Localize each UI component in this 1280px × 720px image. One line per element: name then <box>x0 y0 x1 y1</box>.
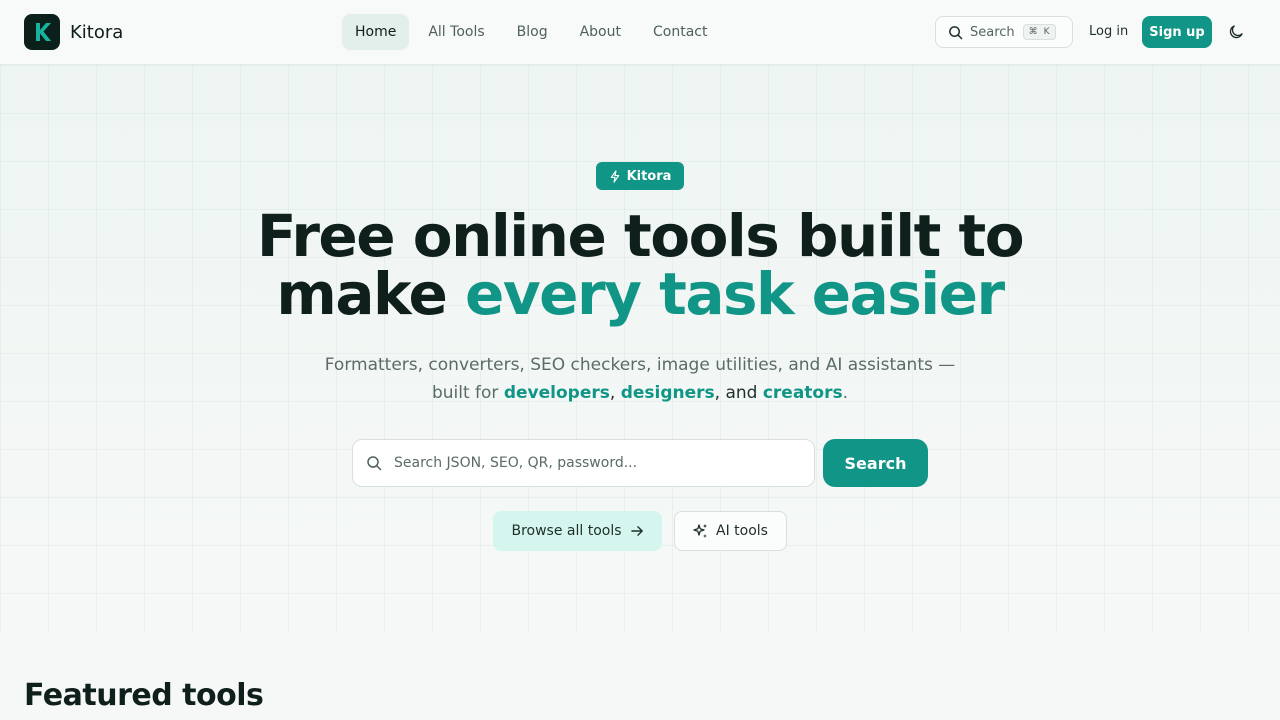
subhead-line1: Formatters, converters, SEO checkers, im… <box>324 355 956 375</box>
logo-mark <box>24 14 60 50</box>
hero-search-button[interactable]: Search <box>823 439 928 487</box>
browse-label: Browse all tools <box>511 523 622 539</box>
brand-name: Kitora <box>70 21 124 43</box>
header-search-label: Search <box>970 24 1015 40</box>
nav-all-tools[interactable]: All Tools <box>415 14 497 50</box>
search-icon <box>366 455 382 471</box>
nav-home[interactable]: Home <box>342 14 410 50</box>
logo[interactable]: Kitora <box>24 14 123 50</box>
nav-blog[interactable]: Blog <box>504 14 561 50</box>
hero-headline: Free online tools built to make every ta… <box>240 207 1040 323</box>
browse-all-tools-button[interactable]: Browse all tools <box>493 511 662 551</box>
search-icon <box>948 25 963 40</box>
nav-contact[interactable]: Contact <box>640 14 720 50</box>
header-search-button[interactable]: Search ⌘ K <box>935 16 1073 48</box>
shortcut-key: K <box>1043 27 1050 37</box>
ai-tools-button[interactable]: AI tools <box>674 511 787 551</box>
moon-icon[interactable] <box>1227 23 1245 41</box>
sparkles-icon <box>693 523 709 539</box>
hero-badge: Kitora <box>596 162 684 190</box>
nav-about[interactable]: About <box>567 14 634 50</box>
subhead-designers: designers <box>620 383 715 403</box>
site-header: Kitora Home All Tools Blog About Contact… <box>0 0 1280 65</box>
subhead-creators: creators <box>762 383 843 403</box>
subhead-sep1: , <box>609 383 621 403</box>
headline-accent: every task easier <box>465 260 1005 328</box>
badge-label: Kitora <box>626 168 672 184</box>
main-nav: Home All Tools Blog About Contact <box>342 14 720 50</box>
hero-subheading: Formatters, converters, SEO checkers, im… <box>290 351 990 407</box>
subhead-developers: developers <box>503 383 610 403</box>
lightning-icon <box>609 169 621 183</box>
subhead-prefix: built for <box>431 383 504 403</box>
signup-button[interactable]: Sign up <box>1142 16 1212 48</box>
hero-search-input[interactable] <box>394 455 794 471</box>
shortcut-hint: ⌘ K <box>1022 24 1056 40</box>
featured-tools-heading: Featured tools <box>24 678 264 713</box>
subhead-sep2: , and <box>714 383 763 403</box>
subhead-end: . <box>842 383 849 403</box>
arrow-right-icon <box>630 525 644 537</box>
ai-tools-label: AI tools <box>716 523 768 539</box>
hero-section: Kitora Free online tools built to make e… <box>0 65 1280 631</box>
hero-search-box <box>352 439 815 487</box>
headline-line2-start: make <box>276 260 466 328</box>
shortcut-mod: ⌘ <box>1028 27 1038 37</box>
login-link[interactable]: Log in <box>1089 24 1128 39</box>
